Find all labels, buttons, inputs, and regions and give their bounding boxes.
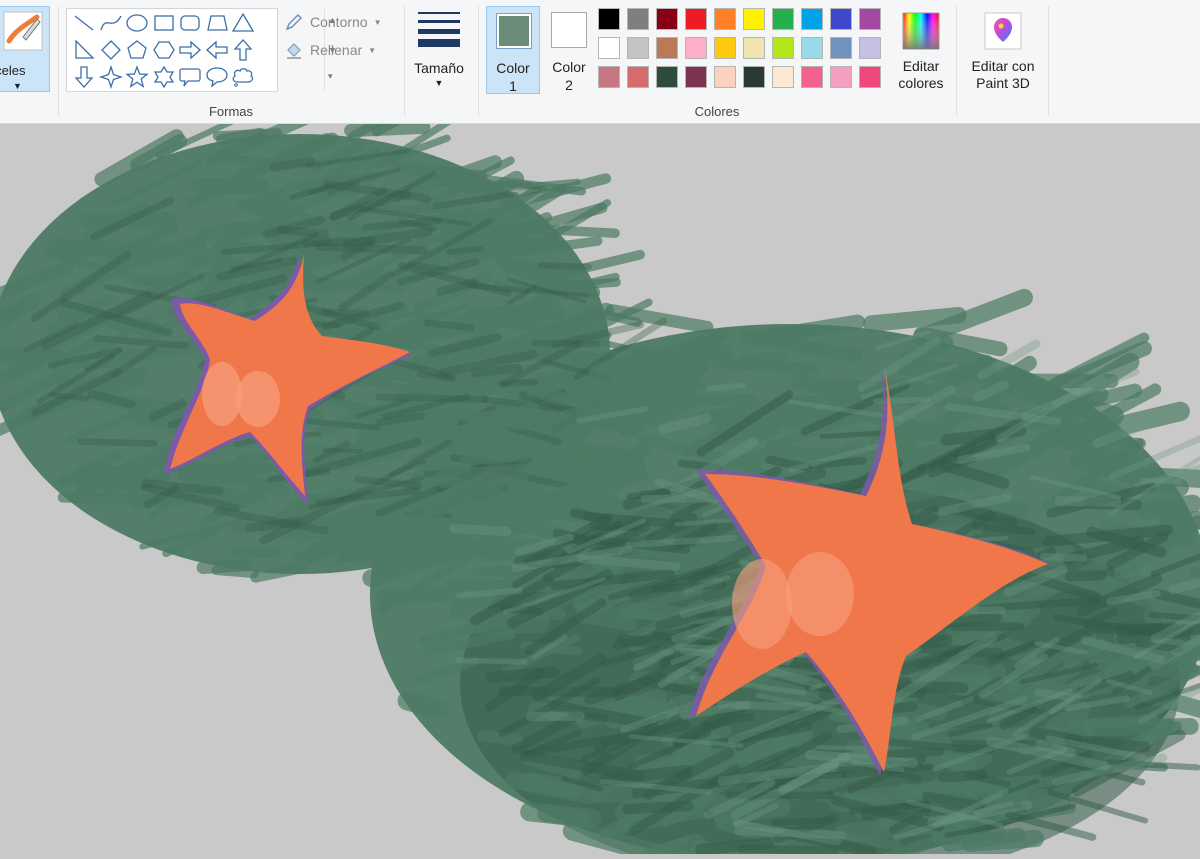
chevron-down-icon: ▼ xyxy=(374,18,382,27)
right-arrow-shape-icon[interactable] xyxy=(177,37,203,63)
size-label: Tamaño xyxy=(408,60,470,76)
palette-color-swatch[interactable] xyxy=(772,8,794,30)
palette-color-swatch[interactable] xyxy=(685,8,707,30)
line-shape-icon[interactable] xyxy=(71,10,97,36)
size-line-icon xyxy=(418,29,460,34)
palette-color-swatch[interactable] xyxy=(743,8,765,30)
palette-color-swatch[interactable] xyxy=(627,8,649,30)
expand-gallery-icon[interactable]: ▾ xyxy=(328,71,333,82)
color-spectrum-icon xyxy=(902,12,940,50)
palette-color-swatch[interactable] xyxy=(830,8,852,30)
color2-button[interactable]: Color 2 xyxy=(542,6,596,94)
fill-button[interactable]: Rellenar ▼ xyxy=(284,40,376,60)
edit-colors-button[interactable]: Editar colores xyxy=(892,6,950,98)
fill-label: Rellenar xyxy=(310,42,362,58)
brushes-button[interactable]: inceles ▼ xyxy=(0,6,50,92)
pencil-outline-icon xyxy=(284,12,304,32)
outline-button[interactable]: Contorno ▼ xyxy=(284,12,382,32)
polygon-shape-icon[interactable] xyxy=(204,10,230,36)
down-arrow-shape-icon[interactable] xyxy=(71,64,97,90)
oval-shape-icon[interactable] xyxy=(124,10,150,36)
outline-label: Contorno xyxy=(310,14,368,30)
palette-color-swatch[interactable] xyxy=(656,66,678,88)
palette-color-swatch[interactable] xyxy=(685,37,707,59)
six-point-star-shape-icon[interactable] xyxy=(151,64,177,90)
rounded-callout-shape-icon[interactable] xyxy=(177,64,203,90)
palette-color-swatch[interactable] xyxy=(598,8,620,30)
rectangle-shape-icon[interactable] xyxy=(151,10,177,36)
palette-color-swatch[interactable] xyxy=(743,66,765,88)
palette-color-swatch[interactable] xyxy=(714,8,736,30)
brushes-group: inceles ▼ xyxy=(0,0,58,123)
palette-color-swatch[interactable] xyxy=(859,66,881,88)
size-line-icon xyxy=(418,39,460,47)
palette-color-swatch[interactable] xyxy=(685,66,707,88)
palette-color-swatch[interactable] xyxy=(772,66,794,88)
chevron-down-icon: ▼ xyxy=(368,46,376,55)
drawing-canvas[interactable] xyxy=(0,124,1200,854)
pentagon-shape-icon[interactable] xyxy=(124,37,150,63)
shapes-group-label: Formas xyxy=(58,104,404,119)
chevron-down-icon: ▼ xyxy=(408,78,470,88)
rounded-rectangle-shape-icon[interactable] xyxy=(177,10,203,36)
brushes-label: inceles xyxy=(0,63,25,78)
palette-color-swatch[interactable] xyxy=(627,66,649,88)
canvas-artwork xyxy=(0,124,1200,854)
palette-color-swatch[interactable] xyxy=(656,37,678,59)
fill-bucket-icon xyxy=(284,40,304,60)
palette-color-swatch[interactable] xyxy=(598,37,620,59)
color2-label: Color 2 xyxy=(542,58,596,94)
size-line-icon xyxy=(418,20,460,23)
palette-color-swatch[interactable] xyxy=(772,37,794,59)
colors-group-label: Colores xyxy=(478,104,956,119)
palette-color-swatch[interactable] xyxy=(656,8,678,30)
chevron-down-icon: ▼ xyxy=(13,81,22,91)
edit-colors-label: Editar colores xyxy=(892,58,950,92)
paint3d-icon xyxy=(984,12,1022,50)
palette-color-swatch[interactable] xyxy=(801,37,823,59)
color1-button[interactable]: Color 1 xyxy=(486,6,540,94)
color2-swatch xyxy=(554,15,584,45)
color1-label: Color 1 xyxy=(487,59,539,95)
four-point-star-shape-icon[interactable] xyxy=(98,64,124,90)
hexagon-shape-icon[interactable] xyxy=(151,37,177,63)
edit-with-paint3d-button[interactable]: Editar con Paint 3D xyxy=(962,6,1044,98)
palette-color-swatch[interactable] xyxy=(598,66,620,88)
palette-color-swatch[interactable] xyxy=(714,37,736,59)
palette-color-swatch[interactable] xyxy=(830,66,852,88)
brush-icon xyxy=(3,11,43,51)
size-button[interactable]: Tamaño ▼ xyxy=(408,6,470,96)
palette-color-swatch[interactable] xyxy=(743,37,765,59)
palette-color-swatch[interactable] xyxy=(801,8,823,30)
curve-shape-icon[interactable] xyxy=(98,10,124,36)
palette-color-swatch[interactable] xyxy=(859,37,881,59)
palette-color-swatch[interactable] xyxy=(714,66,736,88)
size-line-icon xyxy=(418,12,460,14)
up-arrow-shape-icon[interactable] xyxy=(230,37,256,63)
diamond-shape-icon[interactable] xyxy=(98,37,124,63)
palette-color-swatch[interactable] xyxy=(859,8,881,30)
triangle-shape-icon[interactable] xyxy=(230,10,256,36)
right-triangle-shape-icon[interactable] xyxy=(71,37,97,63)
palette-color-swatch[interactable] xyxy=(830,37,852,59)
five-point-star-shape-icon[interactable] xyxy=(124,64,150,90)
left-arrow-shape-icon[interactable] xyxy=(204,37,230,63)
oval-callout-shape-icon[interactable] xyxy=(204,64,230,90)
palette-color-swatch[interactable] xyxy=(801,66,823,88)
palette-color-swatch[interactable] xyxy=(627,37,649,59)
color1-swatch xyxy=(499,16,529,46)
paint3d-label: Editar con Paint 3D xyxy=(962,58,1044,92)
ribbon: inceles ▼ ▲ ▼ ▾ Contorno ▼ Rellenar ▼ Fo… xyxy=(0,0,1200,124)
shapes-gallery[interactable]: ▲ ▼ ▾ xyxy=(66,8,278,92)
cloud-callout-shape-icon[interactable] xyxy=(230,64,256,90)
